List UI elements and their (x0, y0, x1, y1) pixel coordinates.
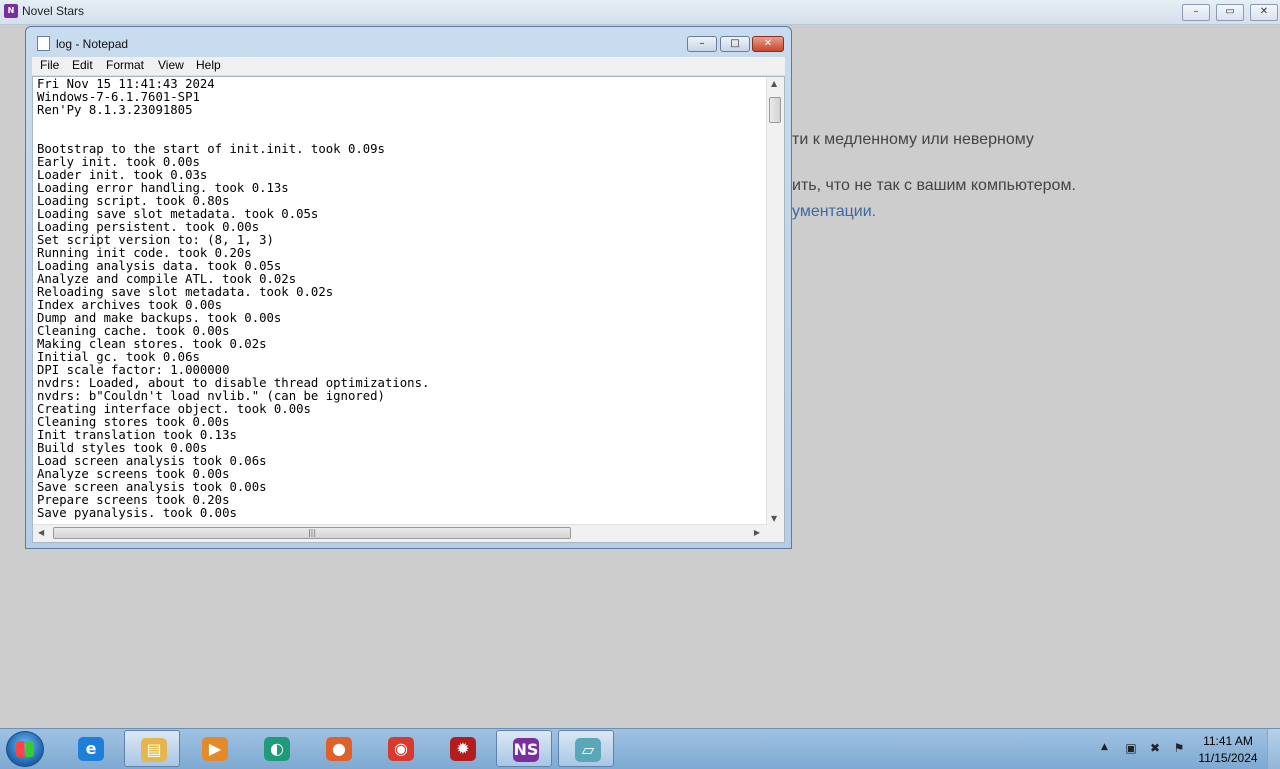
action-center-icon[interactable]: ▣ (1124, 741, 1138, 755)
background-close-button[interactable]: ✕ (1250, 4, 1278, 21)
background-maximize-button[interactable]: ▭ (1216, 4, 1244, 21)
novel-stars-taskbar-icon: NS (513, 738, 539, 762)
internet-explorer-icon: e (78, 737, 104, 761)
menu-help[interactable]: Help (196, 58, 221, 72)
menu-file[interactable]: File (40, 58, 59, 72)
red-gear-app-icon: ✹ (450, 737, 476, 761)
scroll-right-icon[interactable]: ▶ (754, 528, 760, 537)
notepad-maximize-button[interactable]: □ (720, 36, 750, 52)
background-text-line: ти к медленному или неверному (792, 131, 1034, 148)
minimize-icon: – (699, 38, 705, 49)
notepad-window: log - Notepad – □ ✕ File Edit Format Vie… (25, 26, 792, 549)
windows-logo-icon (16, 741, 34, 757)
minimize-icon: – (1193, 6, 1199, 17)
menu-format[interactable]: Format (106, 58, 144, 72)
maximize-icon: □ (730, 38, 740, 49)
clock-date[interactable]: 11/15/2024 (1196, 751, 1260, 765)
background-window-titlebar: N Novel Stars – ▭ ✕ (0, 0, 1280, 25)
taskbar-button[interactable]: ▤ (124, 730, 180, 767)
start-button[interactable] (6, 731, 44, 767)
taskbar-button[interactable]: ▱ (558, 730, 614, 767)
notepad-title: log - Notepad (56, 37, 129, 51)
horizontal-scrollbar[interactable]: ◀ ||| ▶ (33, 524, 768, 542)
show-hidden-icons-icon[interactable]: ▲ (1101, 742, 1108, 752)
vertical-scrollbar[interactable]: ▲ ▼ (766, 77, 784, 525)
documentation-link[interactable]: ументации. (792, 203, 876, 221)
show-desktop-button[interactable] (1267, 729, 1280, 769)
taskbar: e ▤ ▶ ◐ ● ◉ ✹ NS ▱ ▲ ▣ ✖ ⚑ 11:41 AM 11/15/2024 (0, 728, 1280, 769)
taskbar-button[interactable]: NS (496, 730, 552, 767)
taskbar-button[interactable]: ✹ (434, 730, 490, 767)
novel-stars-icon: N (4, 4, 18, 18)
ring-app-icon: ◐ (264, 737, 290, 761)
scroll-up-icon[interactable]: ▲ (771, 79, 777, 88)
notepad-icon (37, 36, 50, 51)
notepad-close-button[interactable]: ✕ (752, 36, 784, 52)
notepad-taskbar-icon: ▱ (575, 738, 601, 762)
volume-muted-icon[interactable]: ✖ (1148, 741, 1162, 755)
taskbar-button[interactable]: ◉ (372, 730, 428, 767)
background-text-line: ить, что не так с вашим компьютером. (792, 177, 1076, 194)
media-player-icon: ▶ (202, 737, 228, 761)
background-window-title: Novel Stars (22, 4, 85, 18)
taskbar-button[interactable]: ▶ (186, 730, 242, 767)
taskbar-button[interactable]: ◐ (248, 730, 304, 767)
notepad-text-area[interactable]: Fri Nov 15 11:41:43 2024 Windows-7-6.1.7… (32, 76, 785, 543)
horizontal-scroll-thumb[interactable]: ||| (53, 527, 571, 539)
log-content[interactable]: Fri Nov 15 11:41:43 2024 Windows-7-6.1.7… (37, 78, 429, 520)
scroll-down-icon[interactable]: ▼ (771, 514, 777, 523)
taskbar-button[interactable]: ● (310, 730, 366, 767)
notepad-menubar: File Edit Format View Help (32, 57, 785, 76)
resize-grip[interactable] (767, 525, 784, 542)
chrome-icon: ◉ (388, 737, 414, 761)
vertical-scroll-thumb[interactable] (769, 97, 781, 123)
menu-edit[interactable]: Edit (72, 58, 93, 72)
close-icon: ✕ (1259, 6, 1269, 17)
flag-icon[interactable]: ⚑ (1172, 741, 1186, 755)
file-explorer-icon: ▤ (141, 738, 167, 762)
notepad-minimize-button[interactable]: – (687, 36, 717, 52)
clock-time[interactable]: 11:41 AM (1196, 734, 1260, 748)
close-icon: ✕ (763, 38, 773, 49)
firefox-icon: ● (326, 737, 352, 761)
taskbar-button[interactable]: e (62, 730, 118, 767)
scroll-left-icon[interactable]: ◀ (38, 528, 44, 537)
menu-view[interactable]: View (158, 58, 184, 72)
background-minimize-button[interactable]: – (1182, 4, 1210, 21)
maximize-icon: ▭ (1225, 6, 1235, 17)
